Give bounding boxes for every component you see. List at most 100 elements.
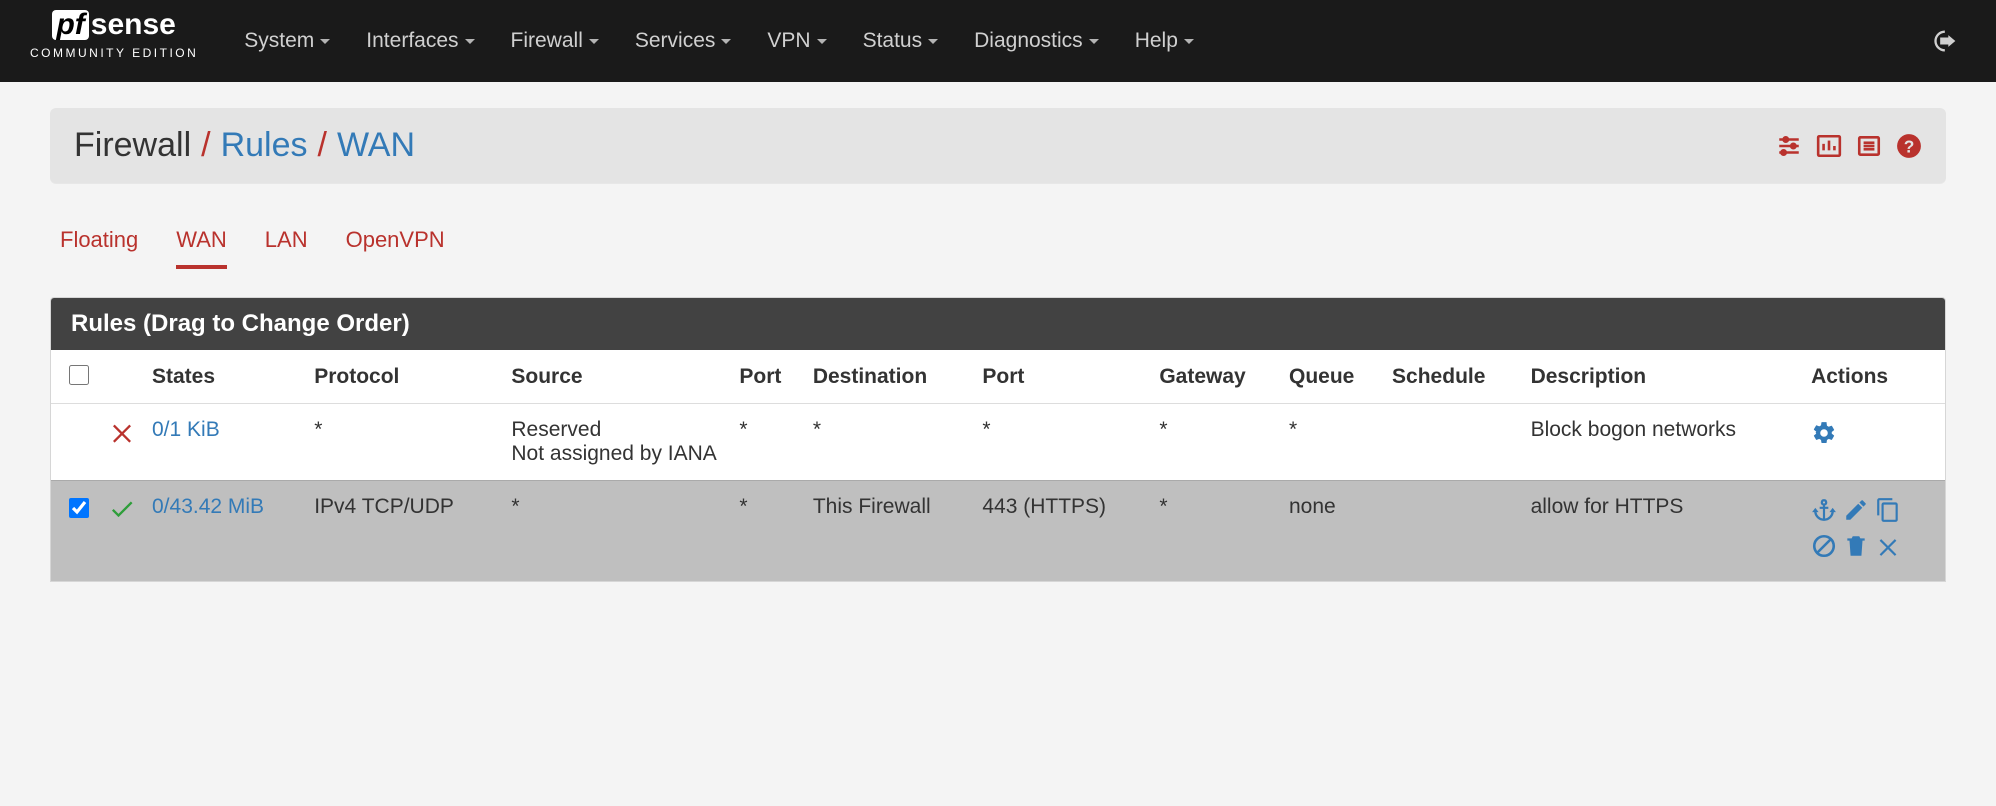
cell-description: Block bogon networks [1523,404,1804,481]
header-action-icons: ? [1776,133,1922,159]
col-select [51,350,100,404]
caret-down-icon [465,39,475,44]
breadcrumb-rules[interactable]: Rules [221,126,308,165]
nav-interfaces-label: Interfaces [366,29,458,53]
col-actions: Actions [1803,350,1945,404]
caret-down-icon [817,39,827,44]
breadcrumb-root: Firewall [74,126,191,165]
tab-openvpn[interactable]: OpenVPN [346,227,445,269]
nav-firewall-label: Firewall [511,29,583,53]
nav-services[interactable]: Services [617,0,750,82]
states-link[interactable]: 0/1 KiB [152,418,220,441]
table-row[interactable]: 0/43.42 MiBIPv4 TCP/UDP**This Firewall44… [51,481,1945,582]
tab-lan[interactable]: LAN [265,227,308,269]
page-header: Firewall / Rules / WAN ? [50,108,1946,183]
select-all-checkbox[interactable] [69,365,89,385]
cell-schedule [1384,404,1523,481]
caret-down-icon [1089,39,1099,44]
nav-diagnostics[interactable]: Diagnostics [956,0,1117,82]
breadcrumb-sep: / [318,126,327,165]
check-icon [108,495,136,523]
rules-table: States Protocol Source Port Destination … [51,350,1945,581]
logout-icon [1932,27,1960,55]
tab-floating[interactable]: Floating [60,227,138,269]
nav-system-label: System [244,29,314,53]
interface-tabs: Floating WAN LAN OpenVPN [50,227,1946,269]
table-row[interactable]: 0/1 KiB*Reserved Not assigned by IANA***… [51,404,1945,481]
caret-down-icon [721,39,731,44]
cell-dest-port: 443 (HTTPS) [974,481,1151,582]
nav-diagnostics-label: Diagnostics [974,29,1083,53]
disable-icon[interactable] [1811,533,1837,559]
delete-icon[interactable] [1843,533,1869,559]
cell-gateway: * [1151,404,1281,481]
nav-status[interactable]: Status [845,0,957,82]
states-link[interactable]: 0/43.42 MiB [152,495,264,518]
nav-vpn-label: VPN [767,29,810,53]
panel-title: Rules (Drag to Change Order) [51,298,1945,350]
cell-queue: none [1281,481,1384,582]
nav-help[interactable]: Help [1117,0,1212,82]
cell-destination: This Firewall [805,481,975,582]
col-port2: Port [974,350,1151,404]
table-header-row: States Protocol Source Port Destination … [51,350,1945,404]
cell-description: allow for HTTPS [1523,481,1804,582]
nav-items: System Interfaces Firewall Services VPN … [226,0,1212,82]
breadcrumb-wan[interactable]: WAN [337,126,415,165]
nav-vpn[interactable]: VPN [749,0,844,82]
col-port: Port [731,350,804,404]
cell-queue: * [1281,404,1384,481]
sliders-icon[interactable] [1776,133,1802,159]
cell-gateway: * [1151,481,1281,582]
tab-wan[interactable]: WAN [176,227,227,269]
cell-schedule [1384,481,1523,582]
cell-source: Reserved Not assigned by IANA [503,404,731,481]
col-status [100,350,144,404]
cell-source-port: * [731,404,804,481]
col-destination: Destination [805,350,975,404]
edit-icon[interactable] [1843,497,1869,523]
top-navbar: pf sense COMMUNITY EDITION System Interf… [0,0,1996,82]
cell-source-port: * [731,481,804,582]
copy-icon[interactable] [1875,497,1901,523]
close-icon[interactable] [1875,533,1901,559]
cell-actions [1803,481,1945,582]
nav-help-label: Help [1135,29,1178,53]
nav-status-label: Status [863,29,923,53]
breadcrumb: Firewall / Rules / WAN [74,126,415,165]
help-icon[interactable]: ? [1896,133,1922,159]
col-source: Source [503,350,731,404]
nav-system[interactable]: System [226,0,348,82]
cell-dest-port: * [974,404,1151,481]
brand-pf: pf [52,10,88,40]
rules-panel: Rules (Drag to Change Order) States Prot… [50,297,1946,582]
breadcrumb-sep: / [201,126,210,165]
caret-down-icon [1184,39,1194,44]
bar-chart-icon[interactable] [1816,133,1842,159]
nav-interfaces[interactable]: Interfaces [348,0,492,82]
svg-text:?: ? [1904,136,1915,156]
cell-actions [1803,404,1945,481]
brand-community-edition: COMMUNITY EDITION [30,46,198,60]
logout-button[interactable] [1926,0,1966,82]
anchor-icon[interactable] [1811,497,1837,523]
col-schedule: Schedule [1384,350,1523,404]
col-description: Description [1523,350,1804,404]
cell-source: * [503,481,731,582]
caret-down-icon [589,39,599,44]
row-checkbox[interactable] [69,498,89,518]
col-gateway: Gateway [1151,350,1281,404]
log-icon[interactable] [1856,133,1882,159]
nav-services-label: Services [635,29,716,53]
caret-down-icon [320,39,330,44]
col-queue: Queue [1281,350,1384,404]
cell-protocol: IPv4 TCP/UDP [306,481,503,582]
cell-protocol: * [306,404,503,481]
brand-logo[interactable]: pf sense COMMUNITY EDITION [30,0,198,60]
settings-icon[interactable] [1811,420,1837,446]
nav-firewall[interactable]: Firewall [493,0,617,82]
block-icon [108,418,136,446]
caret-down-icon [928,39,938,44]
brand-sense: sense [91,10,176,40]
col-states: States [144,350,306,404]
